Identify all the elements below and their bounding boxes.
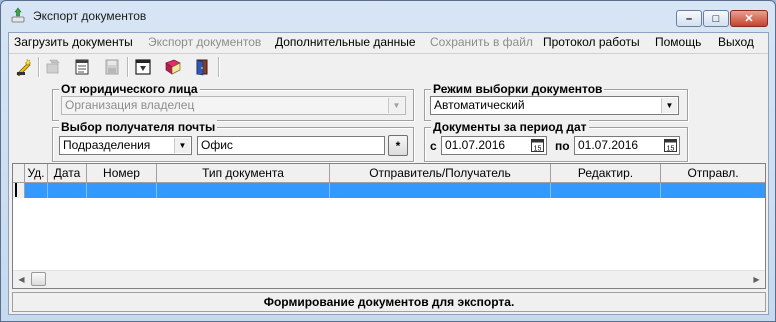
toolbar — [9, 53, 768, 81]
table-cell[interactable] — [330, 183, 551, 198]
chevron-down-icon[interactable]: ▼ — [661, 98, 677, 113]
legal-entity-group: От юридического лица Организация владеле… — [52, 82, 414, 121]
help-button[interactable] — [162, 56, 184, 78]
date-period-group: Документы за период дат с 01.07.2016 15 … — [424, 120, 688, 162]
toolbar-separator — [218, 57, 220, 77]
export-icon — [46, 59, 60, 74]
date-from-value: 01.07.2016 — [445, 138, 506, 152]
maximize-button[interactable]: □ — [703, 10, 729, 27]
additional-data-button[interactable] — [71, 56, 93, 78]
recipient-pick-button[interactable]: * — [388, 135, 408, 156]
menu-save-to-file[interactable]: Сохранить в файл — [430, 35, 533, 49]
save-button[interactable] — [101, 56, 123, 78]
scroll-thumb[interactable] — [31, 272, 46, 286]
date-to-field[interactable]: 01.07.2016 15 — [574, 136, 680, 155]
app-icon — [11, 7, 25, 23]
table-cell[interactable] — [661, 183, 765, 198]
menu-exit[interactable]: Выход — [718, 35, 754, 49]
exit-button[interactable] — [192, 56, 214, 78]
table-row[interactable] — [13, 183, 765, 198]
svg-text:15: 15 — [534, 146, 542, 153]
notes-icon — [75, 59, 89, 75]
load-icon — [16, 58, 32, 76]
table-cell[interactable] — [157, 183, 330, 198]
maximize-icon: □ — [712, 12, 720, 25]
close-icon: ✕ — [744, 13, 754, 25]
calendar-icon[interactable]: 15 — [663, 138, 678, 153]
status-bar: Формирование документов для экспорта. — [12, 292, 766, 312]
exit-door-icon — [196, 59, 208, 76]
recipient-type-value: Подразделения — [63, 138, 151, 152]
horizontal-scrollbar[interactable]: ◀ ▶ — [13, 270, 765, 288]
title-bar[interactable]: Экспорт документов – □ ✕ — [1, 1, 775, 31]
date-from-field[interactable]: 01.07.2016 15 — [441, 136, 547, 155]
protocol-icon — [135, 59, 151, 75]
calendar-icon[interactable]: 15 — [530, 138, 545, 153]
save-icon — [105, 59, 119, 75]
scroll-left-icon[interactable]: ◀ — [13, 271, 30, 288]
column-header-sent[interactable]: Отправл. — [661, 164, 765, 182]
scroll-right-icon[interactable]: ▶ — [748, 271, 765, 288]
table-cell[interactable] — [48, 183, 87, 198]
export-button[interactable] — [42, 56, 64, 78]
selection-mode-label: Режим выборки документов — [431, 82, 605, 96]
menu-load-documents[interactable]: Загрузить документы — [14, 35, 133, 49]
column-header-sender-recipient[interactable]: Отправитель/Получатель — [330, 164, 551, 182]
svg-text:15: 15 — [667, 146, 675, 153]
column-header-edited[interactable]: Редактир. — [551, 164, 661, 182]
protocol-button[interactable] — [132, 56, 154, 78]
chevron-down-icon[interactable]: ▼ — [174, 138, 190, 153]
grid-indicator-header — [13, 164, 25, 182]
menu-work-protocol[interactable]: Протокол работы — [543, 35, 640, 49]
client-area: Загрузить документы Экспорт документов Д… — [8, 32, 769, 315]
date-from-label: с — [430, 139, 437, 153]
menu-help[interactable]: Помощь — [655, 35, 701, 49]
main-window: Экспорт документов – □ ✕ Загрузить докум… — [0, 0, 776, 322]
column-header-document-type[interactable]: Тип документа — [157, 164, 330, 182]
minimize-button[interactable]: – — [676, 10, 702, 27]
load-button[interactable] — [13, 56, 35, 78]
recipient-value: Офис — [201, 138, 233, 152]
menu-export-documents[interactable]: Экспорт документов — [148, 35, 261, 49]
table-cell[interactable] — [25, 183, 48, 198]
selection-mode-group: Режим выборки документов Автоматический … — [424, 82, 688, 121]
window-title: Экспорт документов — [33, 9, 147, 23]
menu-bar: Загрузить документы Экспорт документов Д… — [9, 33, 768, 52]
date-period-label: Документы за период дат — [431, 120, 589, 134]
legal-entity-select[interactable]: Организация владелец ▼ — [61, 96, 406, 115]
help-book-icon — [165, 59, 181, 75]
menu-additional-data[interactable]: Дополнительные данные — [275, 35, 416, 49]
date-to-value: 01.07.2016 — [578, 138, 639, 152]
status-text: Формирование документов для экспорта. — [263, 295, 515, 309]
chevron-down-icon[interactable]: ▼ — [388, 98, 404, 113]
table-cell[interactable] — [551, 183, 661, 198]
recipient-field[interactable]: Офис — [197, 136, 385, 155]
toolbar-separator — [127, 57, 129, 77]
column-header-deleted[interactable]: Уд. — [25, 164, 48, 182]
mail-recipient-group: Выбор получателя почты Подразделения ▼ О… — [52, 120, 414, 162]
documents-grid[interactable]: Уд. Дата Номер Тип документа Отправитель… — [12, 163, 766, 289]
close-button[interactable]: ✕ — [730, 10, 768, 27]
legal-entity-label: От юридического лица — [59, 82, 200, 96]
column-header-number[interactable]: Номер — [87, 164, 157, 182]
mail-recipient-label: Выбор получателя почты — [59, 120, 218, 134]
toolbar-separator — [38, 57, 40, 77]
selection-mode-select[interactable]: Автоматический ▼ — [430, 96, 679, 115]
row-indicator — [13, 183, 25, 198]
legal-entity-value: Организация владелец — [65, 98, 195, 112]
recipient-type-select[interactable]: Подразделения ▼ — [59, 136, 192, 155]
date-to-label: по — [555, 139, 570, 153]
column-header-date[interactable]: Дата — [48, 164, 87, 182]
minimize-icon: – — [685, 12, 693, 25]
grid-header: Уд. Дата Номер Тип документа Отправитель… — [13, 164, 765, 183]
selection-mode-value: Автоматический — [434, 98, 525, 112]
table-cell[interactable] — [87, 183, 157, 198]
